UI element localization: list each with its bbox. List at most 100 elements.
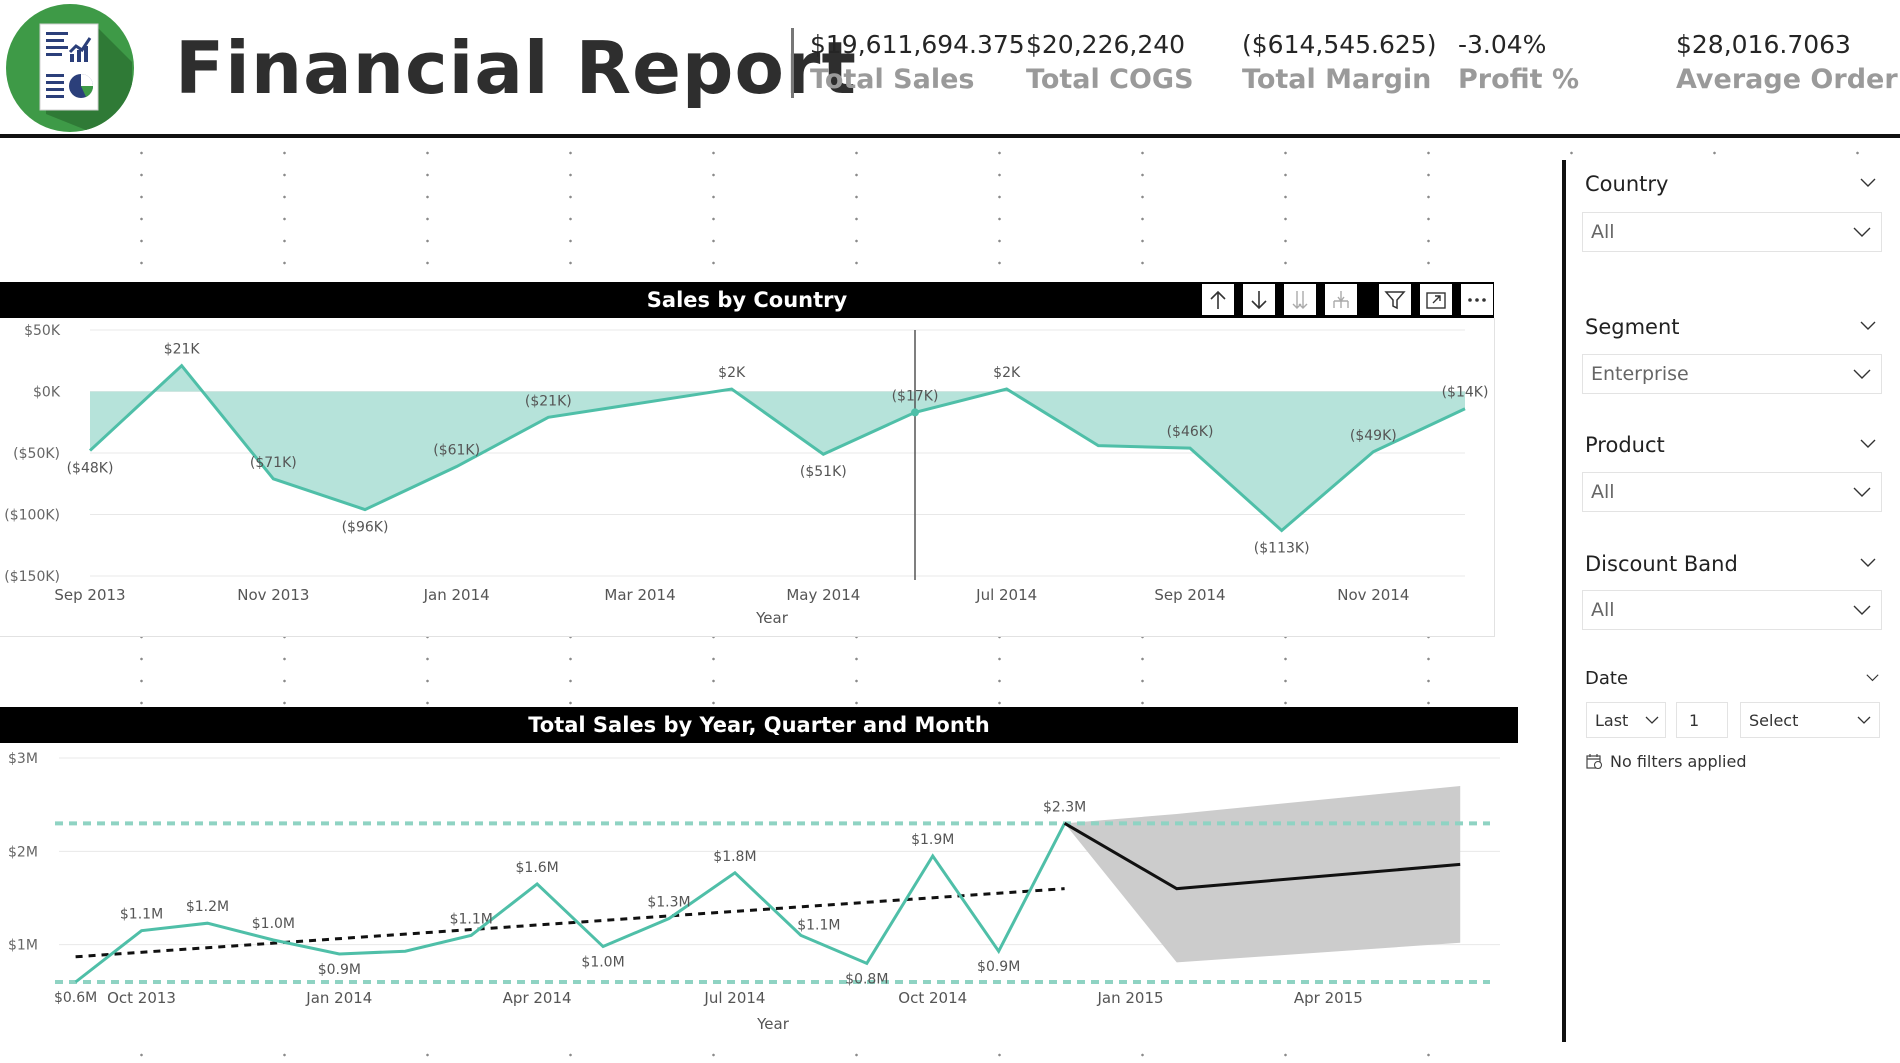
double-arrow-down-icon (1292, 290, 1308, 309)
data-label: ($14K) (1442, 385, 1489, 401)
kpi-label: Total Margin (1242, 64, 1432, 95)
chevron-down-icon[interactable] (1860, 321, 1876, 331)
chevron-down-icon[interactable] (1860, 558, 1876, 568)
dropdown-value: Select (1749, 711, 1799, 730)
x-tick-label: May 2014 (786, 586, 860, 604)
slicer-title-date: Date (1585, 668, 1629, 689)
dropdown-value: Enterprise (1591, 363, 1689, 385)
chevron-down-icon[interactable] (1866, 673, 1879, 683)
chevron-down-icon (1645, 716, 1659, 724)
kpi-value: ($614,545.625) (1242, 30, 1437, 59)
kpi-total-margin: ($614,545.625) Total Margin (1242, 28, 1436, 98)
data-label: ($49K) (1350, 428, 1397, 444)
x-tick-label: Nov 2013 (237, 586, 309, 604)
header-divider (791, 28, 794, 98)
kpi-total-cogs: $20,226,240 Total COGS (1026, 28, 1194, 98)
y-tick-label: ($50K) (13, 446, 60, 462)
arrow-up-icon (1210, 290, 1226, 309)
date-period-dropdown[interactable]: Last (1586, 702, 1666, 738)
slicer-divider (1562, 160, 1566, 1042)
kpi-average-order: $28,016.7063 Average Order (1676, 28, 1898, 98)
data-label: $1.1M (450, 911, 493, 927)
y-tick-label: ($100K) (4, 508, 60, 524)
data-label: $1.9M (911, 832, 954, 848)
chart-header-total-sales: Total Sales by Year, Quarter and Month (0, 707, 1518, 743)
filter-button[interactable] (1378, 283, 1412, 316)
chevron-down-icon[interactable] (1860, 439, 1876, 449)
next-level-button[interactable] (1283, 283, 1317, 316)
x-tick-label: Jul 2014 (703, 989, 765, 1007)
expand-hierarchy-icon (1333, 290, 1349, 308)
kpi-value: -3.04% (1458, 30, 1547, 59)
data-label: $1.0M (581, 955, 624, 971)
y-tick-label: $1M (8, 938, 38, 954)
more-options-icon (1468, 297, 1486, 302)
chevron-down-icon (1853, 487, 1871, 497)
drill-up-button[interactable] (1201, 283, 1235, 316)
focus-mode-button[interactable] (1419, 283, 1453, 316)
x-tick-label: Sep 2013 (54, 586, 125, 604)
y-tick-label: $50K (24, 323, 61, 339)
focus-mode-icon (1426, 291, 1446, 309)
date-filter-status: No filters applied (1610, 752, 1747, 771)
page-title: Financial Report (175, 26, 857, 110)
chevron-down-icon (1853, 227, 1871, 237)
x-tick-label: Jan 2015 (1097, 989, 1164, 1007)
date-unit-dropdown[interactable]: Select (1740, 702, 1880, 738)
x-tick-label: Oct 2014 (898, 989, 967, 1007)
expand-hierarchy-button[interactable] (1324, 283, 1358, 316)
chart-total-sales-by-period: $3M $2M $1M $0.6M $1.1M $1.2M $1.0M $0.9M $1.1M $… (0, 743, 1518, 1043)
kpi-label: Total COGS (1026, 64, 1194, 95)
kpi-value: $19,611,694.375 (810, 30, 1025, 59)
kpi-value: $28,016.7063 (1676, 30, 1851, 59)
segment-dropdown[interactable]: Enterprise (1582, 354, 1882, 394)
x-tick-label: Oct 2013 (107, 989, 176, 1007)
dropdown-value: All (1591, 599, 1615, 621)
x-tick-label: Jan 2014 (305, 989, 372, 1007)
product-dropdown[interactable]: All (1582, 472, 1882, 512)
data-label: $0.9M (977, 959, 1020, 975)
report-header: Financial Report $19,611,694.375 Total S… (0, 0, 1900, 134)
y-tick-label: ($150K) (4, 569, 60, 585)
date-count-input[interactable]: 1 (1676, 702, 1728, 738)
slicer-title-discount-band: Discount Band (1585, 552, 1738, 576)
data-label: ($113K) (1254, 540, 1310, 556)
data-label: ($46K) (1167, 424, 1214, 440)
x-tick-label: Jul 2014 (975, 586, 1037, 604)
slicer-title-product: Product (1585, 433, 1665, 457)
input-value: 1 (1689, 711, 1700, 730)
drill-down-button[interactable] (1242, 283, 1276, 316)
data-label: ($17K) (892, 388, 939, 404)
data-label: ($71K) (250, 455, 297, 471)
hover-point (911, 408, 919, 417)
kpi-total-sales: $19,611,694.375 Total Sales (810, 28, 1025, 98)
more-options-button[interactable] (1460, 283, 1494, 316)
dropdown-value: Last (1595, 711, 1629, 730)
slicer-title-segment: Segment (1585, 315, 1680, 339)
data-label: $1.8M (713, 849, 756, 865)
forecast-band (1064, 786, 1461, 963)
kpi-label: Profit % (1458, 64, 1580, 95)
data-label: $1.1M (797, 917, 840, 933)
data-label: $2K (993, 365, 1021, 381)
data-label: ($51K) (800, 464, 847, 480)
data-label: $1.0M (252, 916, 295, 932)
data-label: $0.9M (318, 962, 361, 978)
y-tick-label: $3M (8, 751, 38, 767)
data-label: $2.3M (1043, 799, 1086, 815)
filter-icon (1384, 290, 1406, 309)
x-axis-title: Year (755, 609, 789, 627)
kpi-label: Total Sales (810, 64, 975, 95)
dropdown-value: All (1591, 481, 1615, 503)
chart-sales-by-country: $50K $0K ($50K) ($100K) ($150K) ($48K) $21K ($7… (0, 318, 1495, 637)
x-axis-title: Year (756, 1015, 790, 1033)
y-tick-label: $2M (8, 844, 38, 860)
country-dropdown[interactable]: All (1582, 212, 1882, 252)
arrow-down-icon (1251, 290, 1267, 309)
data-label: $1.2M (186, 899, 229, 915)
discount-band-dropdown[interactable]: All (1582, 590, 1882, 630)
chevron-down-icon[interactable] (1860, 178, 1876, 188)
chevron-down-icon (1857, 716, 1871, 724)
x-tick-label: Apr 2015 (1294, 989, 1363, 1007)
area-chart: $50K $0K ($50K) ($100K) ($150K) ($48K) $21K ($7… (4, 323, 1489, 627)
